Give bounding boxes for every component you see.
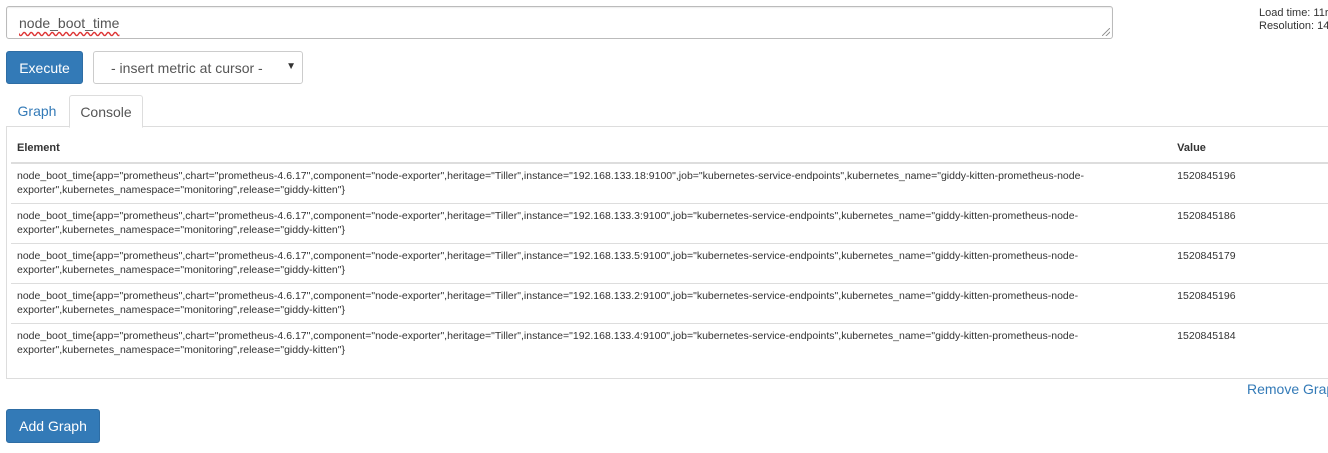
resize-handle-icon[interactable] (1102, 28, 1110, 36)
console-panel: Element Value node_boot_time{app="promet… (6, 127, 1328, 379)
expression-input[interactable]: node_boot_time (6, 6, 1113, 39)
element-cell: node_boot_time{app="prometheus",chart="p… (17, 330, 1079, 356)
value-column-header: Value (1171, 136, 1328, 164)
table-row: node_boot_time{app="prometheus",chart="p… (11, 203, 1328, 244)
view-tabs: Graph Console (6, 95, 1328, 128)
tab-graph[interactable]: Graph (6, 95, 68, 127)
value-cell: 1520845196 (1171, 283, 1328, 324)
value-cell: 1520845184 (1171, 323, 1328, 363)
element-cell: node_boot_time{app="prometheus",chart="p… (17, 170, 1084, 196)
resolution-text: Resolution: 14 (1259, 20, 1328, 32)
element-cell: node_boot_time{app="prometheus",chart="p… (17, 290, 1079, 316)
value-cell: 1520845196 (1177, 170, 1236, 182)
execute-button[interactable]: Execute (6, 51, 83, 84)
element-cell: node_boot_time{app="prometheus",chart="p… (17, 210, 1079, 236)
tab-console[interactable]: Console (69, 95, 143, 128)
table-row: node_boot_time{app="prometheus",chart="p… (11, 323, 1328, 363)
add-graph-button[interactable]: Add Graph (6, 409, 100, 443)
element-column-header: Element (11, 136, 1172, 164)
expression-text: node_boot_time (19, 15, 120, 31)
table-row: node_boot_time{app="prometheus",chart="p… (11, 283, 1328, 324)
value-cell: 1520845186 (1171, 203, 1328, 244)
load-time-text: Load time: 11r (1259, 7, 1328, 19)
prometheus-expression-browser: node_boot_time Load time: 11r Resolution… (0, 0, 1328, 453)
load-info: Load time: 11r Resolution: 14 (1259, 7, 1328, 33)
insert-metric-select[interactable]: - insert metric at cursor - ▼ (93, 51, 303, 84)
caret-down-icon: ▼ (286, 61, 296, 72)
table-header-row: Element Value (11, 136, 1328, 164)
metric-select-value: - insert metric at cursor - (111, 59, 263, 76)
table-row: node_boot_time{app="prometheus",chart="p… (11, 163, 1328, 204)
value-cell: 1520845179 (1171, 243, 1328, 284)
element-cell: node_boot_time{app="prometheus",chart="p… (17, 250, 1079, 276)
table-row: node_boot_time{app="prometheus",chart="p… (11, 243, 1328, 284)
results-table: Element Value node_boot_time{app="promet… (11, 136, 1328, 363)
remove-graph-link[interactable]: Remove Graph (1247, 381, 1328, 397)
